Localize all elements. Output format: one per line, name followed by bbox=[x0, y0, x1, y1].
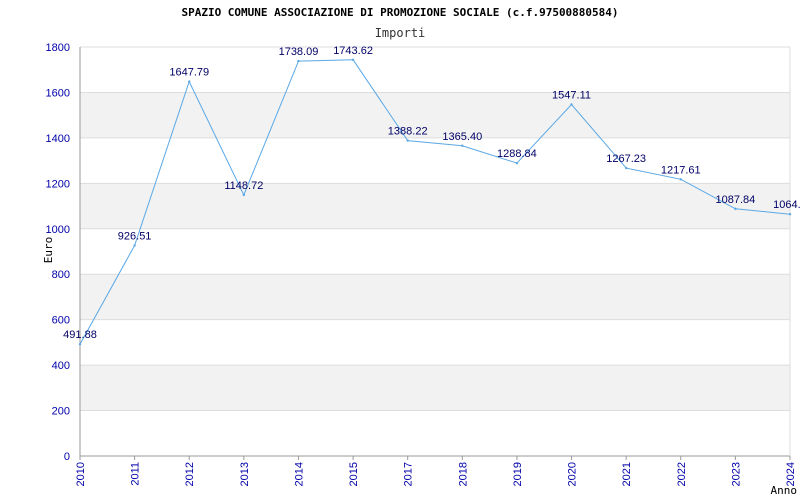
x-tick-label: 2013 bbox=[239, 462, 251, 486]
data-point bbox=[734, 207, 737, 211]
data-point bbox=[570, 103, 573, 106]
x-tick-label: 2010 bbox=[75, 462, 87, 486]
data-label: 1738.09 bbox=[279, 46, 319, 58]
grid-band bbox=[80, 183, 790, 229]
data-point bbox=[297, 59, 300, 63]
x-tick-labels: 2010 2011 2012 2013 2014 2015 2017 2018 2019 2020… bbox=[75, 456, 797, 486]
data-point bbox=[242, 193, 246, 197]
data-label: 926.51 bbox=[118, 230, 152, 242]
data-point bbox=[133, 244, 136, 247]
y-tick-label: 0 bbox=[64, 451, 70, 463]
x-tick-label: 2024 bbox=[785, 462, 797, 486]
data-label: 1148.72 bbox=[224, 180, 263, 192]
data-point bbox=[406, 139, 409, 142]
data-point bbox=[515, 161, 519, 165]
x-tick-label: 2020 bbox=[567, 462, 579, 486]
x-tick-label: 2014 bbox=[293, 462, 305, 486]
y-tick-label: 800 bbox=[52, 269, 70, 281]
x-tick-label: 2022 bbox=[676, 462, 688, 486]
data-point bbox=[78, 343, 82, 346]
x-tick-label: 2017 bbox=[403, 462, 415, 486]
data-label: 491.88 bbox=[63, 329, 97, 341]
data-point bbox=[624, 166, 628, 170]
data-label: 1547.11 bbox=[552, 89, 591, 101]
y-tick-label: 1200 bbox=[46, 178, 70, 190]
data-label: 1743.62 bbox=[333, 45, 373, 57]
x-tick-label: 2012 bbox=[184, 462, 196, 486]
data-point bbox=[788, 213, 792, 216]
x-tick-label: 2011 bbox=[130, 462, 142, 486]
line-chart: 020040060080010001200140016001800 2010 20… bbox=[42, 42, 800, 497]
y-tick-label: 200 bbox=[52, 406, 70, 418]
x-tick-label: 2023 bbox=[730, 462, 742, 486]
data-label: 1087.84 bbox=[716, 194, 756, 206]
data-label: 1365.40 bbox=[442, 131, 482, 143]
x-tick-label: 2018 bbox=[457, 462, 469, 486]
data-label: 1267.23 bbox=[606, 153, 646, 165]
grid-bands bbox=[80, 92, 790, 411]
x-tick-label: 2019 bbox=[512, 462, 524, 486]
x-tick-label: 2015 bbox=[348, 462, 360, 486]
data-label: 1064.0 bbox=[773, 199, 800, 211]
data-label: 1647.79 bbox=[169, 67, 209, 79]
y-tick-label: 1400 bbox=[46, 133, 70, 145]
y-tick-label: 1600 bbox=[46, 87, 70, 99]
y-axis-label: Euro bbox=[42, 237, 55, 264]
data-point bbox=[679, 178, 682, 181]
data-point bbox=[461, 144, 464, 147]
grid-band bbox=[80, 92, 790, 138]
data-point bbox=[188, 80, 191, 83]
x-axis-label: Anno bbox=[771, 484, 798, 497]
y-tick-label: 1800 bbox=[46, 42, 70, 54]
grid-band bbox=[80, 365, 790, 411]
y-tick-label: 400 bbox=[52, 360, 70, 372]
data-label: 1217.61 bbox=[661, 164, 701, 176]
data-point bbox=[351, 58, 355, 62]
data-label: 1288.84 bbox=[497, 148, 537, 160]
y-tick-label: 1000 bbox=[46, 224, 70, 236]
y-tick-label: 600 bbox=[52, 315, 70, 327]
x-tick-label: 2021 bbox=[621, 462, 633, 486]
grid-band bbox=[80, 274, 790, 320]
data-label: 1388.22 bbox=[388, 126, 428, 138]
